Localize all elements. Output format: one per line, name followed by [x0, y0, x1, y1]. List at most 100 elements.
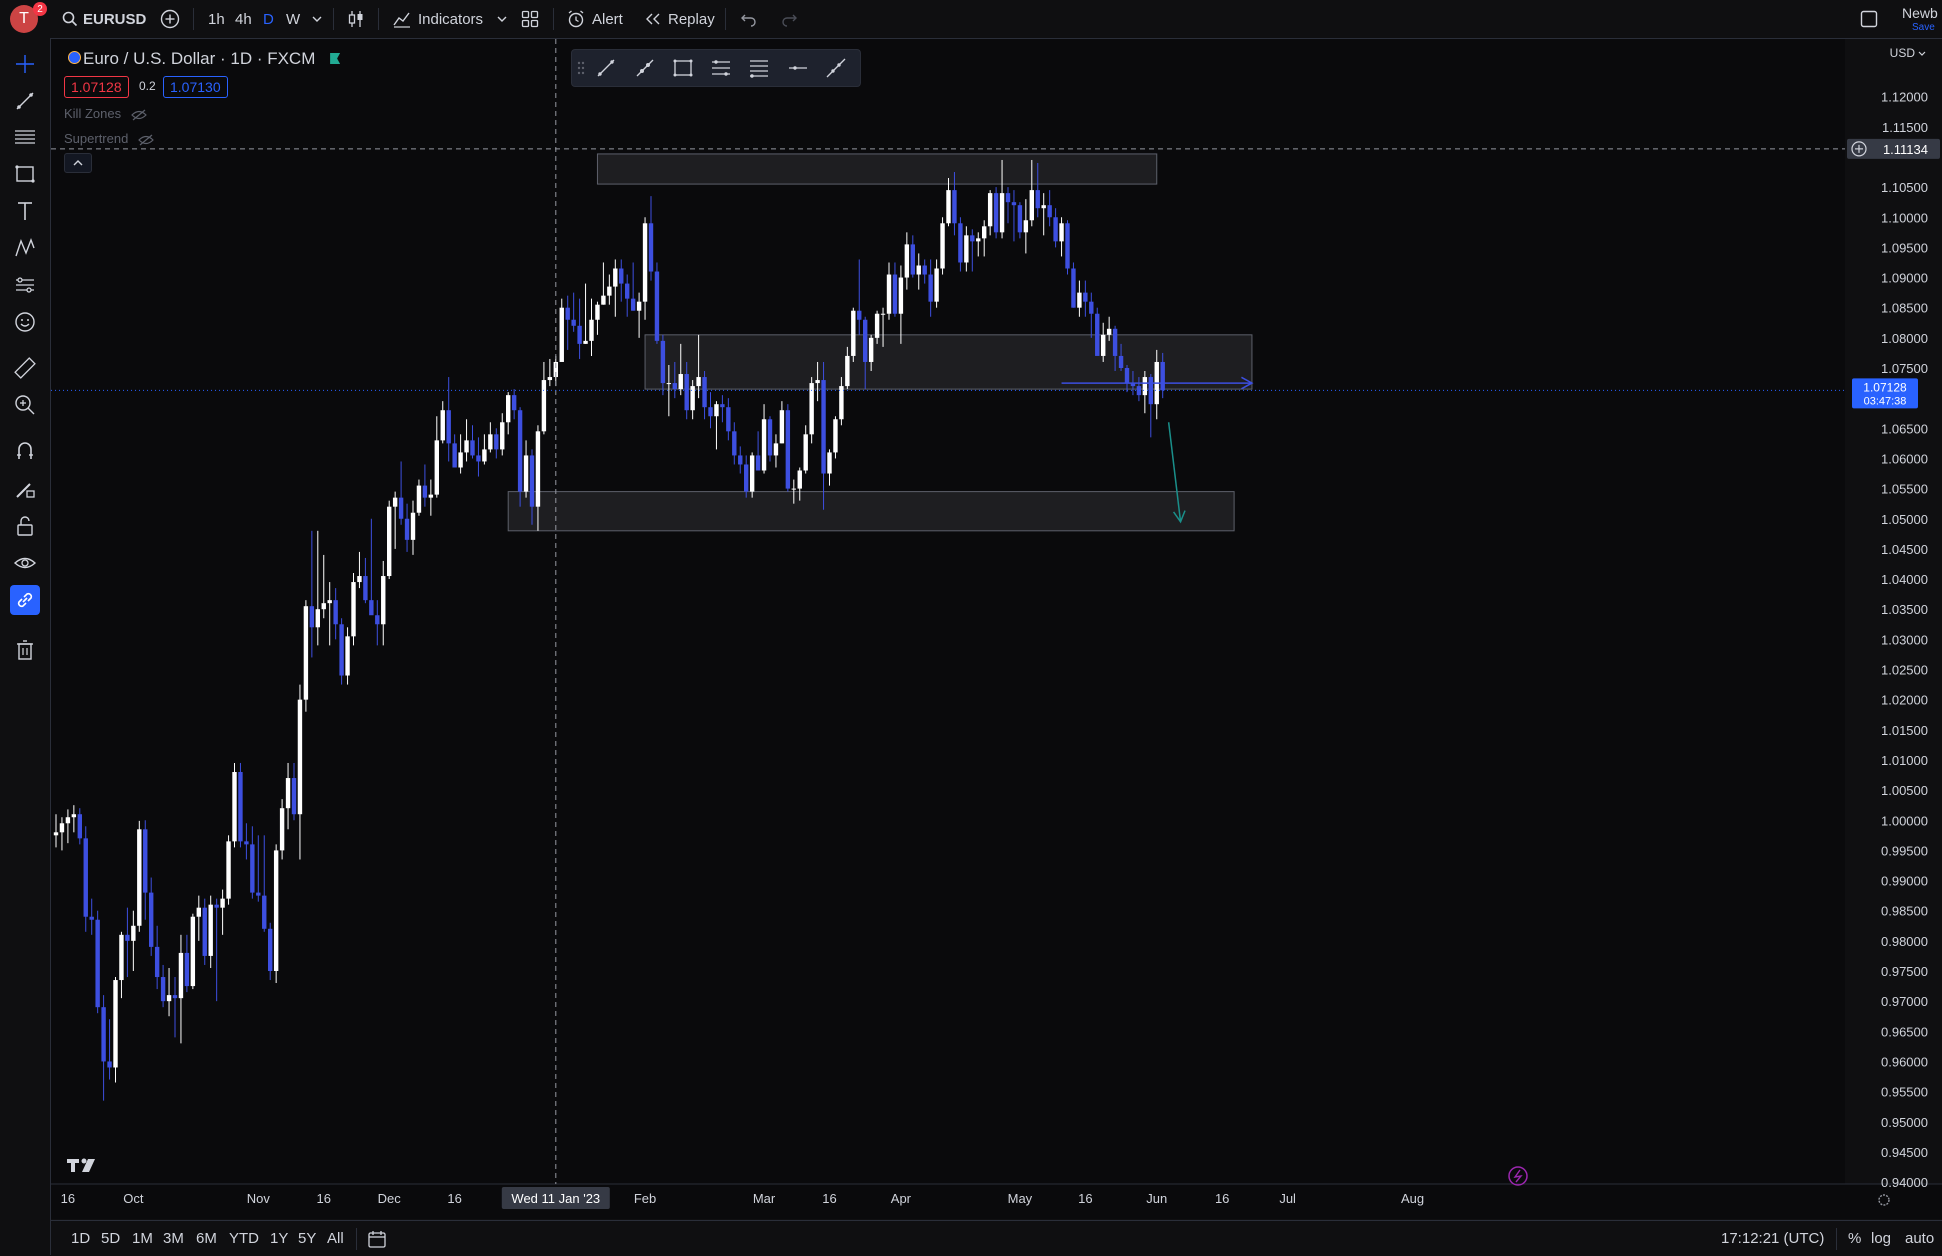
crosshair-tool[interactable]: [10, 49, 40, 79]
candle-body: [1089, 301, 1094, 314]
fullscreen-button[interactable]: [1860, 0, 1878, 38]
top-toolbar: T 2 EURUSD 1h 4h D W Indicators Alert Re…: [0, 0, 1942, 39]
candle-body: [107, 1061, 112, 1068]
eye-off-icon[interactable]: [138, 134, 154, 146]
text-tool[interactable]: [10, 196, 40, 226]
lock-drawings[interactable]: [10, 511, 40, 541]
sell-price-button[interactable]: 1.07128: [64, 76, 129, 98]
trend-line-tool[interactable]: [10, 86, 40, 116]
magnet-tool[interactable]: [10, 436, 40, 466]
log-scale-toggle[interactable]: log: [1871, 1230, 1891, 1247]
candle-body: [65, 817, 71, 824]
drag-handle-icon[interactable]: [574, 57, 588, 79]
candle-body: [863, 319, 868, 362]
candle-body: [601, 295, 606, 305]
candle-body: [1065, 223, 1070, 269]
undo-button[interactable]: [740, 0, 758, 38]
candle-body: [160, 977, 166, 1002]
indicator-legend-supertrend[interactable]: Supertrend: [64, 131, 154, 146]
range-3m[interactable]: 3M: [163, 1230, 184, 1247]
alert-button[interactable]: Alert: [566, 0, 623, 38]
chart-type-button[interactable]: [346, 0, 366, 38]
candle-body: [696, 377, 701, 387]
candle-body: [416, 485, 422, 513]
candle-body: [131, 925, 136, 941]
stay-in-drawing-mode[interactable]: [10, 474, 40, 504]
price-tick-label: 1.06500: [1881, 421, 1928, 436]
extended-line-icon[interactable]: [825, 57, 847, 79]
zoom-tool[interactable]: [10, 390, 40, 420]
shapes-tool[interactable]: [10, 159, 40, 189]
candle-body: [547, 377, 553, 381]
range-ytd[interactable]: YTD: [229, 1230, 259, 1247]
indicators-dropdown[interactable]: [496, 0, 508, 38]
candle-body: [910, 244, 915, 275]
buy-price-button[interactable]: 1.07130: [163, 76, 228, 98]
zone-rectangle-3: [507, 491, 1235, 532]
price-tick-label: 1.09000: [1881, 271, 1928, 286]
range-1y[interactable]: 1Y: [270, 1230, 288, 1247]
interval-4h[interactable]: 4h: [235, 0, 252, 38]
horizontal-line-icon[interactable]: [787, 57, 809, 79]
sliders-icon: [16, 277, 34, 293]
fib-tool[interactable]: [10, 122, 40, 152]
range-5d[interactable]: 5D: [101, 1230, 120, 1247]
redo-button[interactable]: [780, 0, 798, 38]
price-tick-label: 0.96500: [1881, 1024, 1928, 1039]
range-1m[interactable]: 1M: [132, 1230, 153, 1247]
percent-scale-toggle[interactable]: %: [1848, 1230, 1861, 1247]
icons-tool[interactable]: [10, 307, 40, 337]
layout-templates-button[interactable]: [521, 0, 539, 38]
indicators-button[interactable]: Indicators: [392, 0, 483, 38]
price-tick-label: 1.10500: [1881, 180, 1928, 195]
candlestick-chart[interactable]: 1.12000 1.11500 1.10500 1.10000 1.09500 1.090…: [51, 39, 1942, 1219]
sync-drawings[interactable]: [10, 585, 40, 615]
candle-body: [1005, 193, 1011, 203]
rectangle-icon[interactable]: [672, 57, 694, 79]
trend-line-icon[interactable]: [595, 57, 617, 79]
measure-tool[interactable]: [10, 353, 40, 383]
compare-add-button[interactable]: [160, 0, 180, 38]
interval-w[interactable]: W: [286, 0, 300, 38]
eye-icon: [13, 557, 37, 569]
ray-icon[interactable]: [634, 57, 656, 79]
symbol-legend[interactable]: Euro / U.S. Dollar · 1D · FXCM: [68, 49, 341, 69]
trend-line-icon: [16, 92, 34, 110]
candle-body: [1041, 205, 1046, 209]
price-tick-label: 1.07500: [1881, 361, 1928, 376]
candle-body: [755, 455, 761, 471]
gear-icon[interactable]: [1878, 1194, 1890, 1206]
chart-pane[interactable]: 1.12000 1.11500 1.10500 1.10000 1.09500 1.090…: [51, 39, 1942, 1219]
interval-dropdown[interactable]: [311, 0, 323, 38]
prediction-tool[interactable]: [10, 270, 40, 300]
collapse-legend-button[interactable]: [64, 153, 92, 173]
remove-drawings[interactable]: [10, 635, 40, 665]
range-1d[interactable]: 1D: [71, 1230, 90, 1247]
candle-body: [821, 380, 826, 474]
utc-clock[interactable]: 17:12:21 (UTC): [1721, 1230, 1824, 1247]
time-tick-label: 16: [1078, 1191, 1092, 1206]
interval-d-active[interactable]: D: [263, 0, 274, 38]
auto-scale-toggle[interactable]: auto: [1905, 1230, 1934, 1247]
parallel-channel-icon[interactable]: [710, 57, 732, 79]
candles-icon: [348, 11, 363, 27]
calendar-icon[interactable]: [367, 1229, 387, 1249]
price-tick-label: 0.97000: [1881, 994, 1928, 1009]
eye-off-icon[interactable]: [130, 109, 147, 121]
notification-badge: 2: [33, 2, 47, 16]
patterns-tool[interactable]: [10, 233, 40, 263]
range-6m[interactable]: 6M: [196, 1230, 217, 1247]
range-all[interactable]: All: [327, 1230, 344, 1247]
symbol-search-button[interactable]: EURUSD: [62, 0, 146, 38]
hide-drawings[interactable]: [10, 548, 40, 578]
interval-1h[interactable]: 1h: [208, 0, 225, 38]
fib-retracement-icon[interactable]: [748, 57, 770, 79]
save-link[interactable]: Save: [1912, 22, 1935, 33]
candle-body: [488, 434, 493, 450]
candle-body: [839, 386, 844, 420]
layout-name[interactable]: Newb: [1902, 5, 1938, 21]
rewind-icon: [646, 13, 660, 25]
replay-button[interactable]: Replay: [644, 0, 715, 38]
indicator-legend-kill-zones[interactable]: Kill Zones: [64, 106, 147, 121]
range-5y[interactable]: 5Y: [298, 1230, 316, 1247]
